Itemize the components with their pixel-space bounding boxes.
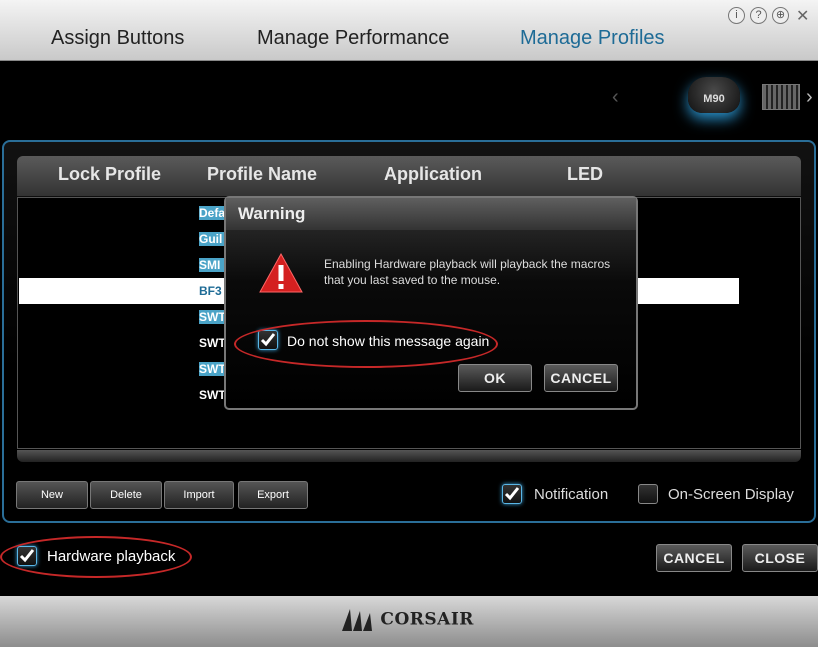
warning-icon [258, 252, 304, 299]
table-row[interactable]: SMI [199, 258, 225, 272]
table-row[interactable]: SWT [199, 310, 225, 324]
table-row[interactable]: Guil [199, 232, 225, 246]
globe-icon[interactable]: ⊕ [772, 7, 789, 24]
dialog-cancel-button[interactable]: CANCEL [544, 364, 618, 392]
column-profile-name: Profile Name [207, 164, 318, 184]
column-led: LED [567, 164, 603, 184]
horizontal-scrollbar[interactable] [17, 450, 801, 462]
table-row[interactable]: Defa [199, 206, 225, 220]
column-application: Application [384, 164, 482, 184]
device-label: M90 [703, 93, 725, 105]
close-icon[interactable]: ✕ [796, 6, 809, 26]
table-row[interactable]: SWT [199, 336, 225, 350]
keyboard-icon[interactable] [762, 84, 800, 110]
brand-label: CORSAIR [380, 609, 474, 630]
tab-assign-buttons[interactable]: Assign Buttons [51, 27, 184, 50]
checkmark-icon [504, 487, 520, 501]
device-mouse-m90[interactable]: M90 [688, 77, 740, 113]
dialog-message: Enabling Hardware playback will playback… [324, 257, 611, 287]
cancel-button[interactable]: CANCEL [656, 544, 732, 572]
new-button[interactable]: New [16, 481, 88, 509]
on-screen-display-checkbox[interactable] [638, 484, 658, 504]
dialog-title: Warning [238, 204, 306, 223]
delete-button[interactable]: Delete [90, 481, 162, 509]
annotation-ring [0, 536, 192, 578]
table-row[interactable]: SWT [199, 362, 225, 376]
table-row[interactable]: SWT [199, 388, 225, 402]
chevron-right-icon[interactable]: › [806, 86, 813, 109]
table-row[interactable]: BF3 [199, 284, 225, 298]
sails-icon [342, 609, 372, 631]
tab-manage-performance[interactable]: Manage Performance [257, 27, 449, 50]
notification-checkbox[interactable] [502, 484, 522, 504]
info-icon[interactable]: i [728, 7, 745, 24]
on-screen-display-label: On-Screen Display [668, 486, 794, 503]
chevron-left-icon[interactable]: ‹ [612, 86, 619, 109]
column-lock-profile: Lock Profile [58, 164, 162, 184]
tab-manage-profiles[interactable]: Manage Profiles [520, 27, 665, 50]
notification-label: Notification [534, 486, 609, 503]
ok-button[interactable]: OK [458, 364, 532, 392]
corsair-logo: CORSAIR [340, 607, 474, 633]
help-icon[interactable]: ? [750, 7, 767, 24]
dialog-titlebar: Warning [226, 198, 636, 230]
close-button[interactable]: CLOSE [742, 544, 818, 572]
annotation-ring [234, 320, 498, 368]
import-button[interactable]: Import [164, 481, 234, 509]
export-button[interactable]: Export [238, 481, 308, 509]
